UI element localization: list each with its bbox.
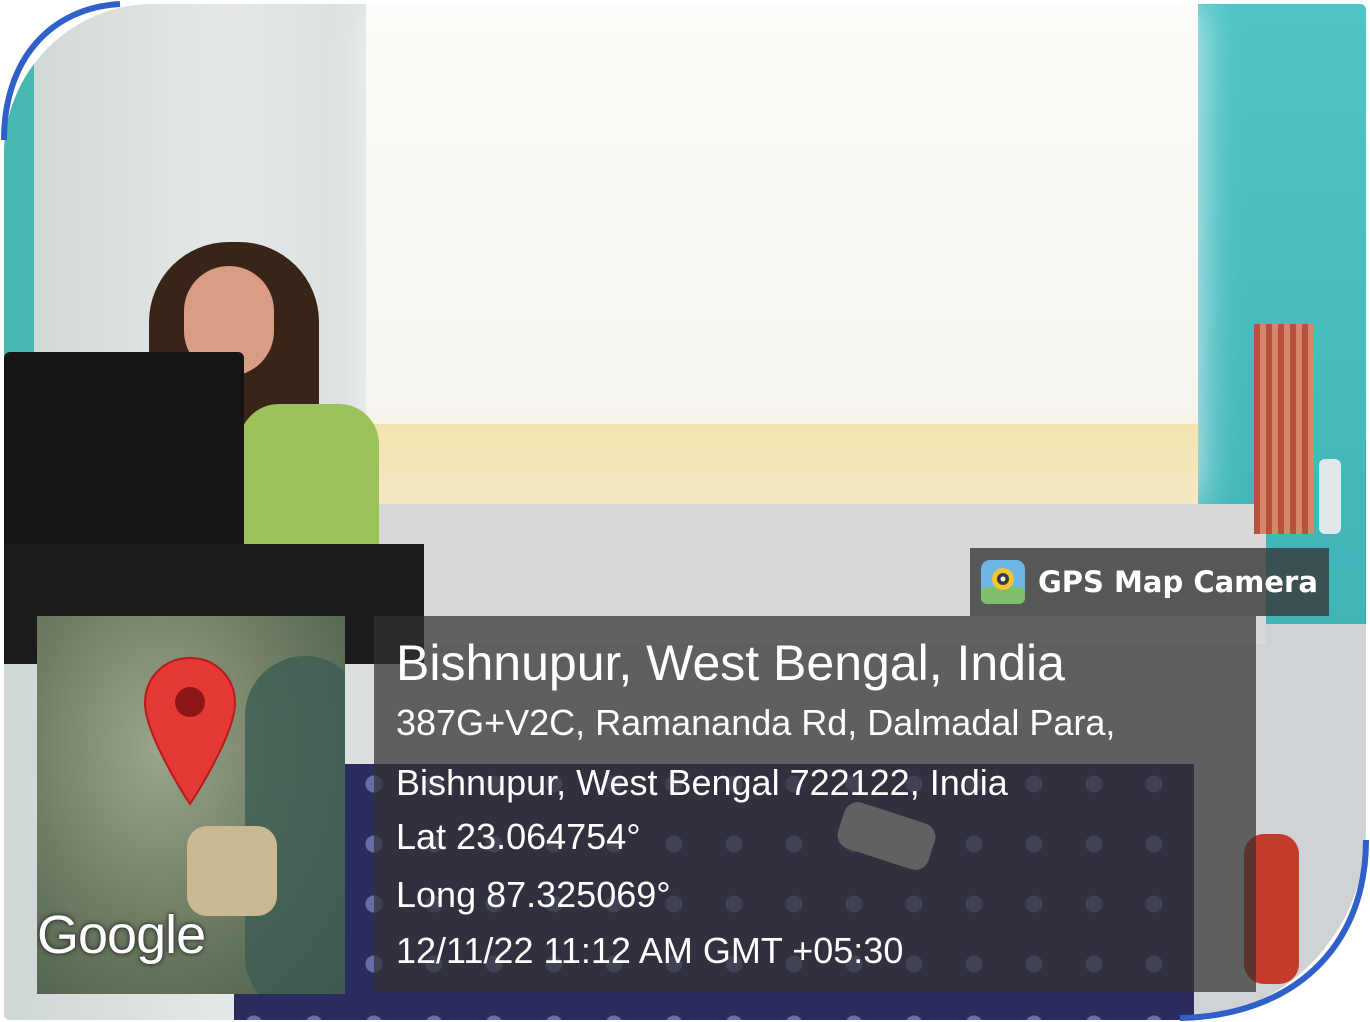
timestamp: 12/11/22 11:12 AM GMT +05:30 bbox=[396, 930, 904, 971]
photo-frame: Google GPS Map Camera Bishnupur, West Be… bbox=[0, 0, 1370, 1022]
teal-wall-left bbox=[4, 4, 34, 364]
screen-footer-band bbox=[366, 424, 1198, 504]
latitude: Lat 23.064754° bbox=[396, 816, 641, 857]
location-title: Bishnupur, West Bengal, India bbox=[396, 635, 1065, 691]
gps-map-camera-icon bbox=[981, 560, 1025, 604]
gps-map-camera-label: GPS Map Camera bbox=[1038, 565, 1318, 599]
address-line-2: Bishnupur, West Bengal 722122, India bbox=[396, 762, 1008, 803]
location-info-panel: Bishnupur, West Bengal, India 387G+V2C, … bbox=[374, 616, 1256, 992]
map-pin-icon bbox=[143, 656, 237, 806]
address-line-1: 387G+V2C, Ramananda Rd, Dalmadal Para, bbox=[396, 702, 1116, 743]
map-water bbox=[245, 656, 345, 994]
projector-screen bbox=[366, 4, 1198, 504]
curtain bbox=[1254, 324, 1314, 534]
water-bottle bbox=[1319, 459, 1341, 534]
gps-map-camera-badge: GPS Map Camera bbox=[970, 548, 1329, 616]
longitude: Long 87.325069° bbox=[396, 874, 671, 915]
map-field bbox=[187, 826, 277, 916]
map-thumbnail: Google bbox=[37, 616, 345, 994]
google-logo: Google bbox=[37, 905, 206, 965]
laptop bbox=[4, 352, 244, 552]
